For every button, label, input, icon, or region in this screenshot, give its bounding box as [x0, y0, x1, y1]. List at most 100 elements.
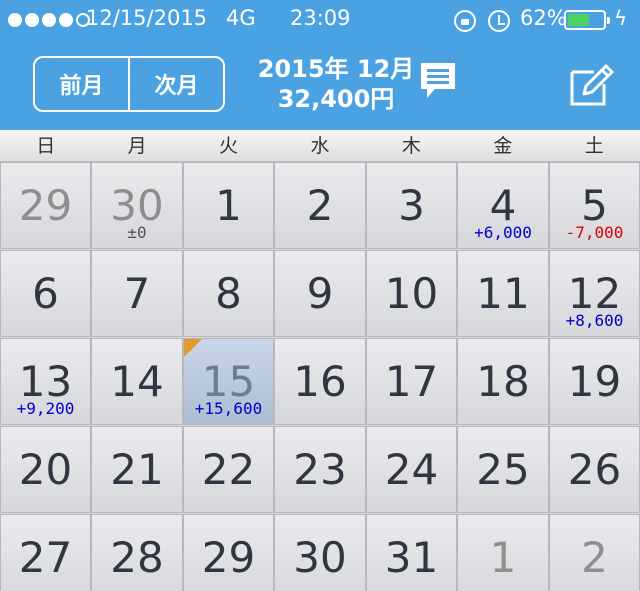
battery-level	[568, 14, 589, 26]
charging-icon: ϟ	[614, 6, 628, 30]
day-cell[interactable]: 12 +8,600	[549, 250, 640, 337]
status-time: 23:09	[290, 6, 351, 30]
alarm-icon	[488, 10, 510, 32]
day-cell[interactable]: 5 -7,000	[549, 162, 640, 249]
day-cell[interactable]: 25	[457, 426, 549, 513]
signal-dot	[59, 13, 73, 27]
day-cell[interactable]: 8	[183, 250, 274, 337]
day-cell[interactable]: 27	[0, 514, 91, 591]
day-number: 27	[18, 533, 73, 582]
network-type: 4G	[226, 6, 256, 30]
day-cell[interactable]: 29	[0, 162, 91, 249]
day-amount: +6,000	[474, 223, 532, 242]
day-amount: -7,000	[565, 223, 624, 242]
day-number: 14	[110, 357, 164, 406]
day-cell[interactable]: 6	[0, 250, 91, 337]
weekday-label: 金	[493, 135, 513, 157]
day-number: 26	[567, 445, 622, 494]
day-cell[interactable]: 30 ±0	[91, 162, 183, 249]
signal-dot	[42, 13, 56, 27]
weekday-label: 火	[219, 135, 239, 157]
next-month-button[interactable]: 次月	[128, 58, 223, 110]
weekday-label: 水	[310, 135, 330, 157]
prev-month-button[interactable]: 前月	[35, 58, 128, 110]
day-cell[interactable]: 19	[549, 338, 640, 425]
day-number: 18	[476, 357, 530, 406]
day-cell[interactable]: 24	[366, 426, 457, 513]
day-number: 2	[306, 181, 334, 230]
day-cell[interactable]: 16	[274, 338, 366, 425]
day-number: 8	[215, 269, 242, 318]
day-cell[interactable]: 22	[183, 426, 274, 513]
day-cell[interactable]: 31	[366, 514, 457, 591]
day-number: 16	[293, 357, 347, 406]
signal-dot	[25, 13, 39, 27]
month-total: 32,400円	[277, 85, 395, 113]
day-cell[interactable]: 13 +9,200	[0, 338, 91, 425]
weekday-header: 日月火水木金土	[0, 130, 640, 162]
weekday-label: 月	[127, 135, 147, 157]
day-number: 2	[581, 533, 608, 582]
day-cell[interactable]: 14	[91, 338, 183, 425]
signal-strength-icon	[8, 13, 90, 27]
battery-icon	[564, 10, 610, 30]
weekday-label: 木	[401, 135, 421, 157]
day-cell[interactable]: 30	[274, 514, 366, 591]
day-amount: ±0	[127, 223, 147, 242]
day-number: 30	[293, 533, 347, 582]
month-title: 2015年 12月	[257, 55, 415, 83]
day-number: 31	[384, 533, 439, 582]
day-cell[interactable]: 4 +6,000	[457, 162, 549, 249]
day-cell[interactable]: 2	[549, 514, 640, 591]
day-cell[interactable]: 21	[91, 426, 183, 513]
day-number: 20	[18, 445, 73, 494]
day-cell-today[interactable]: 15 +15,600	[183, 338, 274, 425]
weekday-label: 日	[36, 135, 56, 157]
day-number: 21	[110, 445, 164, 494]
day-number: 7	[123, 269, 151, 318]
day-cell[interactable]: 11	[457, 250, 549, 337]
day-number: 22	[201, 445, 256, 494]
day-number: 6	[32, 269, 59, 318]
day-cell[interactable]: 28	[91, 514, 183, 591]
day-number: 11	[476, 269, 530, 318]
day-number: 1	[215, 181, 242, 230]
day-cell[interactable]: 26	[549, 426, 640, 513]
day-number: 25	[476, 445, 530, 494]
day-amount: +15,600	[194, 399, 263, 418]
day-number: 19	[567, 357, 622, 406]
day-cell[interactable]: 18	[457, 338, 549, 425]
day-cell[interactable]: 3	[366, 162, 457, 249]
status-date: 12/15/2015	[86, 6, 208, 30]
day-number: 17	[384, 357, 439, 406]
day-cell[interactable]: 9	[274, 250, 366, 337]
day-number: 28	[110, 533, 164, 582]
weekday-label: 土	[584, 135, 604, 157]
day-cell[interactable]: 17	[366, 338, 457, 425]
day-number: 10	[384, 269, 439, 318]
day-number: 9	[306, 269, 334, 318]
day-number: 29	[18, 181, 73, 230]
status-bar: 12/15/2015 4G 23:09 62% ϟ	[0, 0, 640, 40]
day-amount: +8,600	[565, 311, 624, 330]
lock-rotation-icon	[454, 10, 476, 32]
day-number: 3	[398, 181, 425, 230]
day-number: 23	[293, 445, 347, 494]
month-nav: 前月 次月	[33, 56, 225, 112]
today-marker	[184, 339, 202, 357]
day-cell[interactable]: 23	[274, 426, 366, 513]
day-number: 1	[489, 533, 517, 582]
day-cell[interactable]: 7	[91, 250, 183, 337]
day-cell[interactable]: 1	[183, 162, 274, 249]
battery-percent: 62%	[520, 6, 567, 30]
day-cell[interactable]: 10	[366, 250, 457, 337]
memo-icon[interactable]	[418, 60, 458, 102]
calendar-grid: 29 30 ±0 1 2 3 4 +6,000 5 -7,000 6 7 8 9 10 11 12 +8,600 1…	[0, 162, 640, 591]
day-cell[interactable]: 1	[457, 514, 549, 591]
day-cell[interactable]: 20	[0, 426, 91, 513]
day-cell[interactable]: 2	[274, 162, 366, 249]
day-amount: +9,200	[16, 399, 75, 418]
day-cell[interactable]: 29	[183, 514, 274, 591]
edit-icon[interactable]	[568, 62, 616, 108]
signal-dot	[8, 13, 22, 27]
